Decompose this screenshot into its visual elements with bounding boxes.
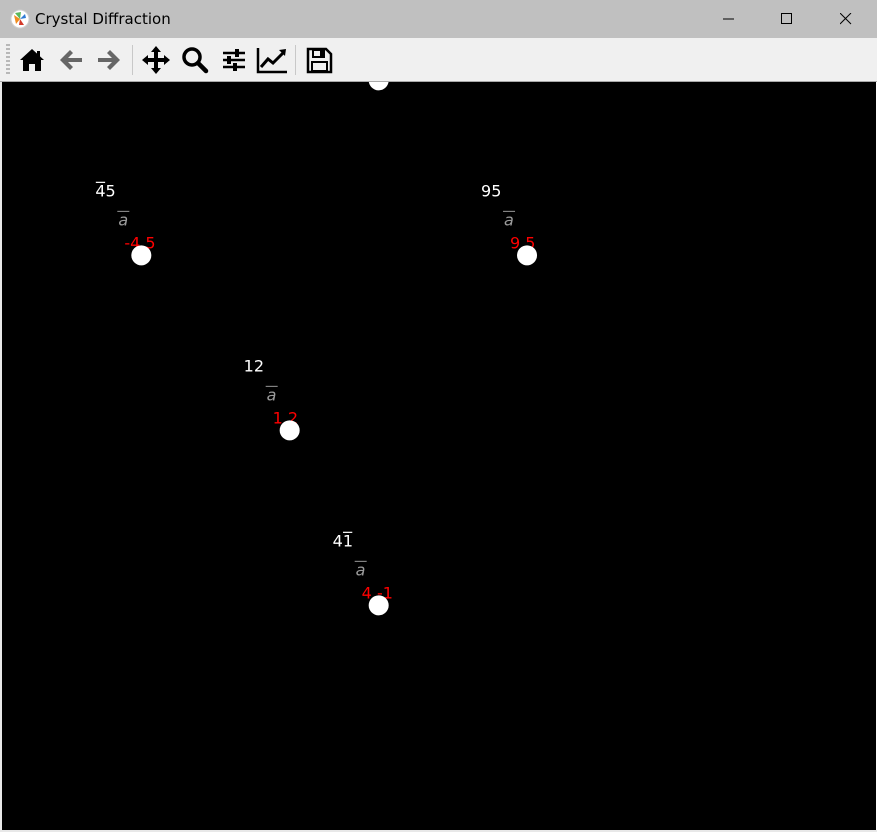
- minimize-button[interactable]: [706, 0, 752, 38]
- save-icon: [306, 47, 333, 74]
- app-logo-icon: [10, 9, 30, 29]
- forward-button[interactable]: [92, 41, 126, 79]
- diffraction-spot-group: 48a4 8: [333, 6, 389, 91]
- edit-axis-icon: [256, 48, 287, 74]
- minimize-icon: [723, 18, 734, 20]
- toolbar-grip[interactable]: [6, 44, 10, 76]
- spot-sublabel: a: [267, 385, 277, 404]
- pan-button[interactable]: [139, 41, 173, 79]
- toolbar-separator: [132, 45, 133, 75]
- diffraction-spot[interactable]: [368, 70, 389, 91]
- spot-index-label: 41: [333, 531, 353, 550]
- diffraction-spot[interactable]: [517, 245, 538, 266]
- maximize-button[interactable]: [764, 0, 810, 38]
- diffraction-spot-group: 45a-4 5: [95, 181, 156, 266]
- spot-index-label: 45: [95, 181, 115, 200]
- home-icon: [20, 49, 44, 71]
- diffraction-spot[interactable]: [279, 420, 300, 441]
- save-button[interactable]: [302, 41, 336, 79]
- figure-canvas[interactable]: 48a4 8 45a-4 5 95a9 5 12a1 2 41a4 -1: [2, 6, 876, 830]
- spot-sublabel: a: [118, 210, 128, 229]
- configure-subplots-button[interactable]: [217, 41, 251, 79]
- spot-sublabel: a: [356, 560, 366, 579]
- configure-subplots-icon: [223, 49, 245, 71]
- maximize-icon: [781, 13, 792, 24]
- spot-index-label: 12: [244, 356, 264, 375]
- diffraction-spot-group: 41a4 -1: [333, 531, 393, 616]
- diffraction-spot-group: 95a9 5: [481, 181, 538, 266]
- zoom-button[interactable]: [178, 41, 212, 79]
- title-bar[interactable]: Crystal Diffraction: [0, 0, 877, 38]
- back-button[interactable]: [54, 41, 88, 79]
- back-arrow-icon: [60, 50, 82, 70]
- app-window: Crystal Diffraction 45 a -4 5 95 a 9 5 1…: [0, 0, 877, 832]
- close-icon: [840, 13, 852, 25]
- forward-arrow-icon: [98, 50, 120, 70]
- spot-index-label: 95: [481, 181, 501, 200]
- diffraction-plot: 48a4 8 45a-4 5 95a9 5 12a1 2 41a4 -1: [95, 6, 538, 616]
- window-title: Crystal Diffraction: [35, 10, 171, 28]
- diffraction-spot[interactable]: [368, 595, 389, 616]
- pan-icon: [142, 46, 170, 74]
- spot-sublabel: a: [504, 210, 514, 229]
- edit-axis-button[interactable]: [255, 41, 289, 79]
- home-button[interactable]: [15, 41, 49, 79]
- toolbar-separator: [295, 45, 296, 75]
- diffraction-spot[interactable]: [131, 245, 152, 266]
- zoom-icon: [182, 47, 209, 74]
- diffraction-spot-group: 12a1 2: [244, 356, 300, 441]
- close-button[interactable]: [823, 0, 869, 38]
